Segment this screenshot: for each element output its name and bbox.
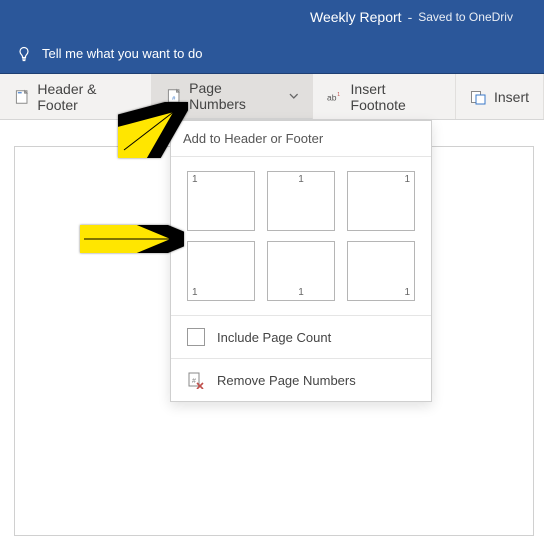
include-page-count-row[interactable]: Include Page Count [171,315,431,358]
remove-page-numbers-row[interactable]: # Remove Page Numbers [171,358,431,401]
insert-button[interactable]: Insert [456,74,544,119]
page-icon [14,89,29,105]
pos-bottom-left[interactable]: 1 [187,241,255,301]
remove-page-numbers-label: Remove Page Numbers [217,373,356,388]
insert-icon [470,89,486,105]
checkbox-icon[interactable] [187,328,205,346]
include-page-count-label: Include Page Count [217,330,331,345]
title-bar: Weekly Report - Saved to OneDriv [0,0,544,34]
insert-label: Insert [494,89,529,105]
dropdown-header: Add to Header or Footer [171,121,431,157]
annotation-arrow-2 [80,225,184,253]
pos-bottom-right[interactable]: 1 [347,241,415,301]
page-numbers-dropdown: Add to Header or Footer 1 1 1 1 1 1 Incl… [170,120,432,402]
lightbulb-icon [16,46,32,62]
pos-bottom-center[interactable]: 1 [267,241,335,301]
svg-text:#: # [192,378,196,385]
pos-top-right[interactable]: 1 [347,171,415,231]
annotation-arrow-1 [118,102,188,158]
svg-text:ab: ab [327,92,337,102]
pos-top-center[interactable]: 1 [267,171,335,231]
tell-me-bar[interactable]: Tell me what you want to do [0,34,544,74]
svg-text:1: 1 [337,92,340,98]
ribbon: Header & Footer # Page Numbers ab 1 Inse… [0,74,544,120]
insert-footnote-button[interactable]: ab 1 Insert Footnote [313,74,456,119]
position-grid: 1 1 1 1 1 1 [171,157,431,315]
chevron-down-icon [289,91,299,101]
saved-status: Saved to OneDriv [418,10,513,24]
title-separator: - [408,9,413,25]
doc-title: Weekly Report [310,9,402,25]
tell-me-text: Tell me what you want to do [42,46,202,61]
remove-page-numbers-icon: # [187,371,205,389]
footnote-icon: ab 1 [327,89,342,105]
pos-top-left[interactable]: 1 [187,171,255,231]
insert-footnote-label: Insert Footnote [351,81,441,113]
page-numbers-label: Page Numbers [189,80,278,112]
